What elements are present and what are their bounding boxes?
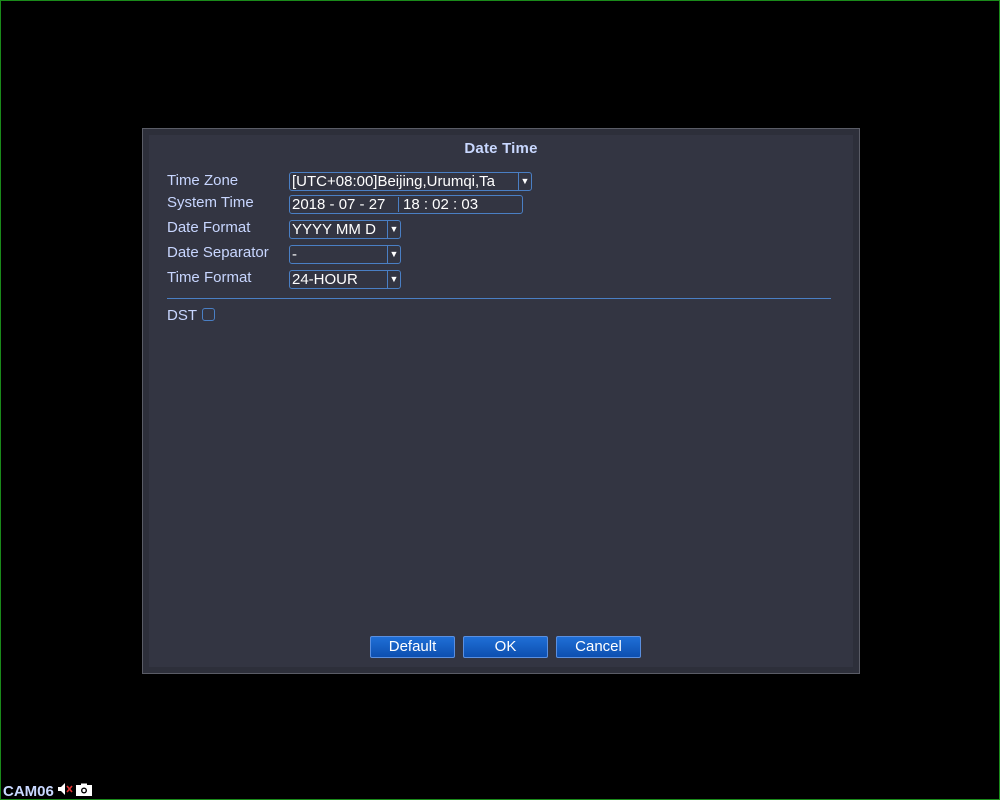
date-format-dropdown[interactable]: YYYY MM D ▼ [289, 220, 401, 239]
dst-checkbox[interactable] [202, 308, 215, 321]
chevron-down-icon[interactable]: ▼ [518, 173, 531, 190]
dst-label: DST [167, 307, 197, 324]
cancel-button[interactable]: Cancel [556, 636, 641, 658]
date-format-label: Date Format [167, 219, 251, 236]
date-format-value: YYYY MM D [292, 221, 376, 238]
field-divider [398, 197, 399, 212]
dialog-body: Date Time Time Zone [UTC+08:00]Beijing,U… [149, 135, 853, 667]
date-separator-value: - [292, 246, 297, 263]
dialog-title: Date Time [464, 140, 538, 157]
section-divider [167, 298, 831, 299]
system-time-input[interactable]: 18 : 02 : 03 [403, 196, 478, 213]
mute-icon [57, 782, 73, 800]
default-button[interactable]: Default [370, 636, 455, 658]
time-format-value: 24-HOUR [292, 271, 358, 288]
screen: Date Time Time Zone [UTC+08:00]Beijing,U… [0, 0, 1000, 800]
time-zone-dropdown[interactable]: [UTC+08:00]Beijing,Urumqi,Ta ▼ [289, 172, 532, 191]
system-time-field: 2018 - 07 - 27 18 : 02 : 03 [289, 195, 523, 214]
chevron-down-icon[interactable]: ▼ [387, 246, 400, 263]
date-separator-label: Date Separator [167, 244, 269, 261]
chevron-down-icon[interactable]: ▼ [387, 271, 400, 288]
time-format-dropdown[interactable]: 24-HOUR ▼ [289, 270, 401, 289]
time-zone-value: [UTC+08:00]Beijing,Urumqi,Ta [292, 173, 496, 190]
ok-button[interactable]: OK [463, 636, 548, 658]
camera-status: CAM06 [3, 782, 92, 800]
date-separator-dropdown[interactable]: - ▼ [289, 245, 401, 264]
camera-icon [75, 783, 92, 800]
camera-name: CAM06 [3, 782, 54, 800]
system-date-input[interactable]: 2018 - 07 - 27 [292, 196, 385, 213]
date-time-dialog: Date Time Time Zone [UTC+08:00]Beijing,U… [142, 128, 860, 674]
time-zone-label: Time Zone [167, 172, 239, 189]
time-format-label: Time Format [167, 269, 252, 286]
chevron-down-icon[interactable]: ▼ [387, 221, 400, 238]
system-time-label: System Time [167, 194, 254, 211]
